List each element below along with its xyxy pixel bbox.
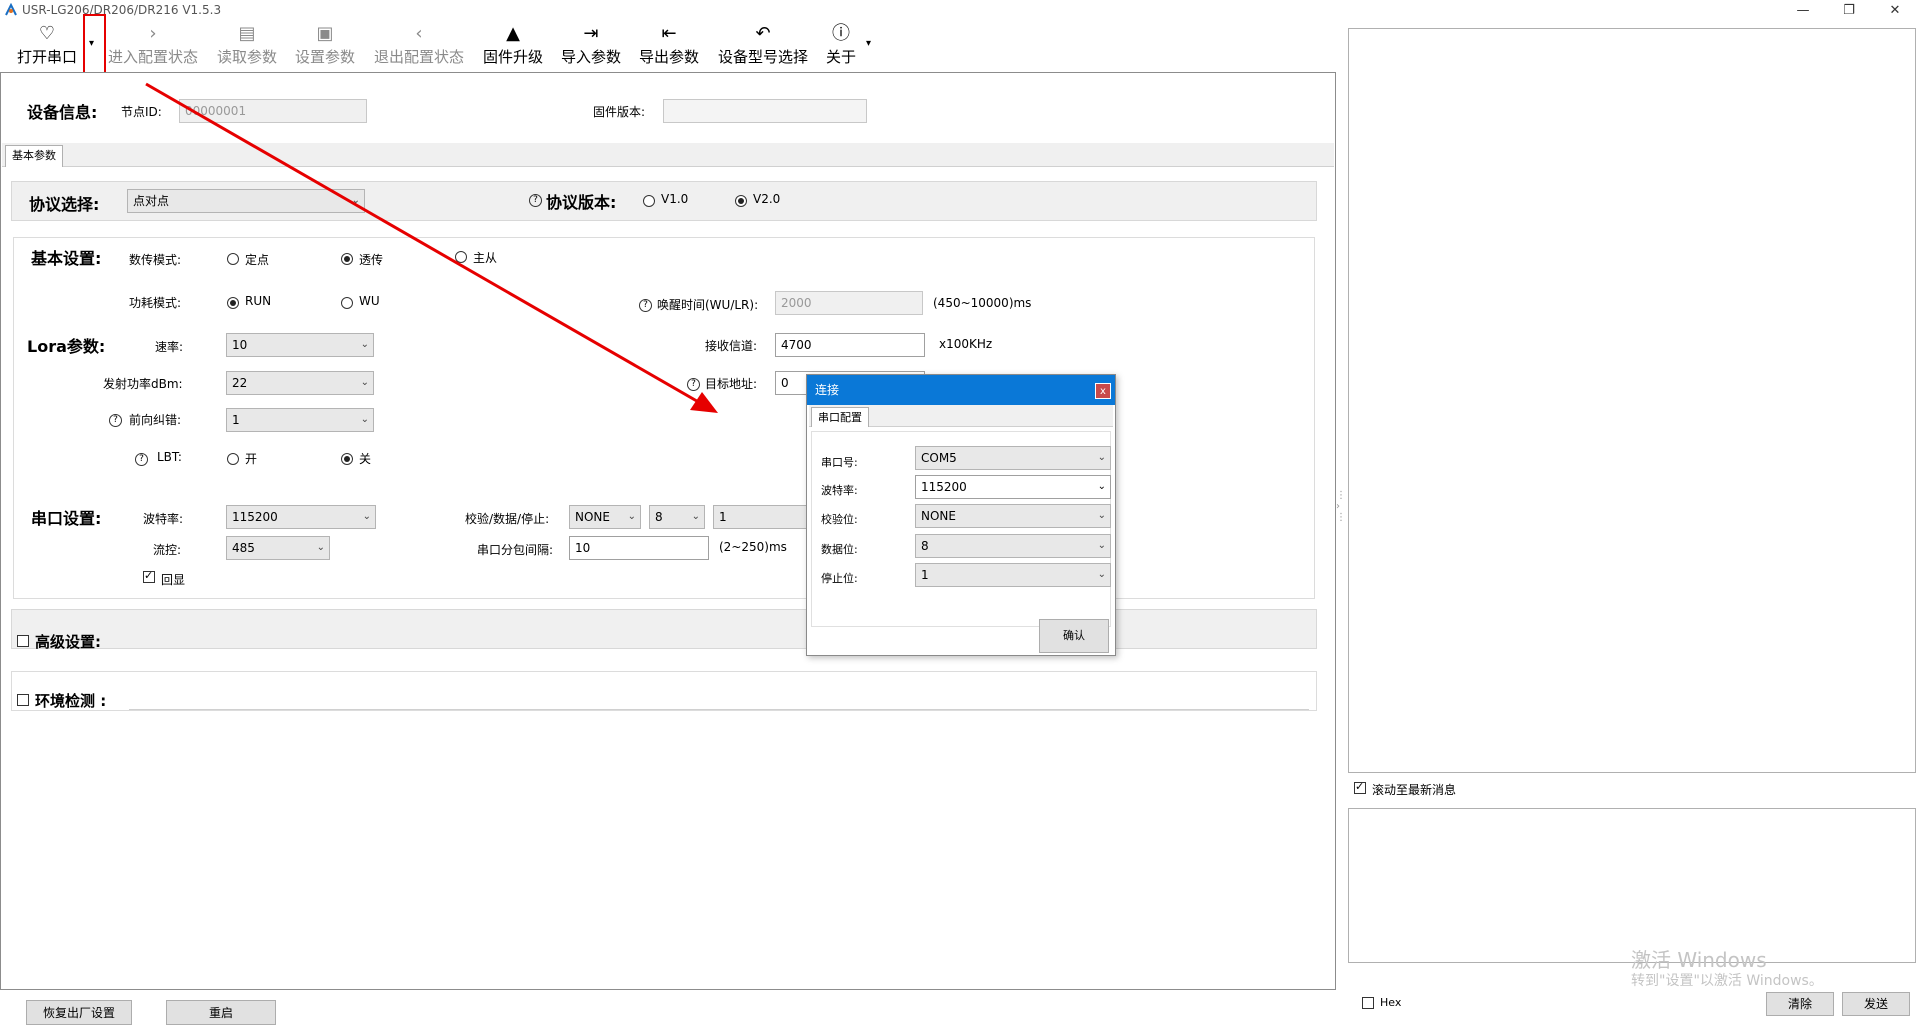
clear-button[interactable]: 清除 xyxy=(1766,992,1834,1016)
chevron-down-icon: ⌄ xyxy=(1097,481,1106,492)
send-button[interactable]: 发送 xyxy=(1842,992,1910,1016)
connect-dialog: 连接 x 串口配置 串口号: COM5 ⌄ 波特率: 115200 ⌄ 校验位: N… xyxy=(806,374,1116,656)
chevron-down-icon: ⌄ xyxy=(1097,452,1106,463)
dialog-confirm-button[interactable]: 确认 xyxy=(1039,619,1109,653)
dialog-parity-label: 校验位: xyxy=(821,513,858,526)
chevron-down-icon: ⌄ xyxy=(1097,569,1106,580)
dialog-stop-bits-select[interactable]: 1 ⌄ xyxy=(915,563,1111,587)
scroll-latest-label: 滚动至最新消息 xyxy=(1372,783,1457,797)
chevron-down-icon: ⌄ xyxy=(1097,540,1106,551)
activation-watermark-subtitle: 转到"设置"以激活 Windows。 xyxy=(1631,973,1823,989)
dialog-close-button[interactable]: x xyxy=(1095,383,1111,399)
hex-checkbox[interactable] xyxy=(1362,997,1374,1012)
send-input-area[interactable] xyxy=(1348,808,1916,963)
dialog-parity-select[interactable]: NONE ⌄ xyxy=(915,504,1111,528)
splitter-handle[interactable]: ⋮ › ⋮ xyxy=(1336,490,1346,570)
dialog-title: 连接 xyxy=(807,375,1115,405)
factory-reset-button[interactable]: 恢复出厂设置 xyxy=(26,1000,132,1025)
scroll-latest-checkbox[interactable] xyxy=(1354,780,1366,797)
dialog-tab-serial-config[interactable]: 串口配置 xyxy=(811,407,869,427)
restart-button[interactable]: 重启 xyxy=(166,1000,276,1025)
dialog-port-label: 串口号: xyxy=(821,456,858,469)
activation-watermark-title: 激活 Windows xyxy=(1631,948,1767,972)
dialog-baud-combo[interactable]: 115200 ⌄ xyxy=(915,475,1111,499)
dialog-stop-bits-label: 停止位: xyxy=(821,572,858,585)
dialog-port-select[interactable]: COM5 ⌄ xyxy=(915,446,1111,470)
log-output-panel[interactable] xyxy=(1348,28,1916,773)
dialog-data-bits-label: 数据位: xyxy=(821,543,858,556)
chevron-down-icon: ⌄ xyxy=(1097,510,1106,521)
hex-label: Hex xyxy=(1380,996,1402,1009)
dialog-data-bits-select[interactable]: 8 ⌄ xyxy=(915,534,1111,558)
dialog-baud-label: 波特率: xyxy=(821,484,858,497)
